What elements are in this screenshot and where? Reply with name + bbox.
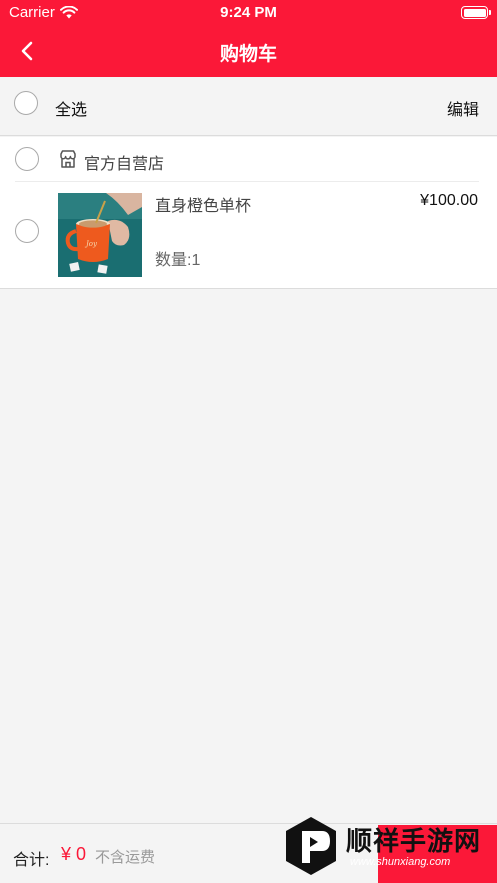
product-image[interactable]: Joy	[58, 193, 142, 277]
product-quantity: 数量:1	[155, 252, 201, 269]
svg-text:Joy: Joy	[84, 240, 98, 248]
total-amount: ¥ 0	[61, 844, 87, 864]
shipping-note: 不含运费	[95, 849, 156, 866]
select-all-bar: 全选 编辑	[0, 77, 497, 136]
battery-icon	[461, 6, 491, 19]
shop-header: 官方自营店	[0, 137, 497, 181]
store-icon	[60, 150, 76, 168]
back-button[interactable]	[14, 38, 40, 64]
divider	[15, 181, 479, 182]
shop-select-checkbox[interactable]	[15, 147, 39, 171]
product-price: ¥100.00	[420, 192, 478, 209]
checkout-button[interactable]	[378, 825, 497, 883]
item-select-checkbox[interactable]	[15, 219, 39, 243]
shop-cart-card: 官方自营店 Joy 直身橙色单杯 ¥100.00 数量:1	[0, 137, 497, 289]
select-all-label[interactable]: 全选	[55, 96, 87, 120]
status-bar: Carrier 9:24 PM	[0, 0, 497, 26]
chevron-left-icon	[21, 41, 33, 61]
product-name[interactable]: 直身橙色单杯	[155, 192, 251, 216]
select-all-checkbox[interactable]	[14, 91, 38, 115]
edit-button[interactable]: 编辑	[447, 96, 479, 120]
navigation-bar: 购物车	[0, 26, 497, 77]
total-label: 合计:	[13, 852, 50, 869]
shop-name[interactable]: 官方自营店	[84, 150, 164, 174]
page-title: 购物车	[219, 44, 277, 65]
orange-mug-photo: Joy	[58, 193, 142, 277]
app-header: Carrier 9:24 PM 购物车	[0, 0, 497, 77]
status-time: 9:24 PM	[220, 4, 277, 21]
checkout-bar: 合计: ¥ 0 不含运费	[0, 823, 497, 883]
